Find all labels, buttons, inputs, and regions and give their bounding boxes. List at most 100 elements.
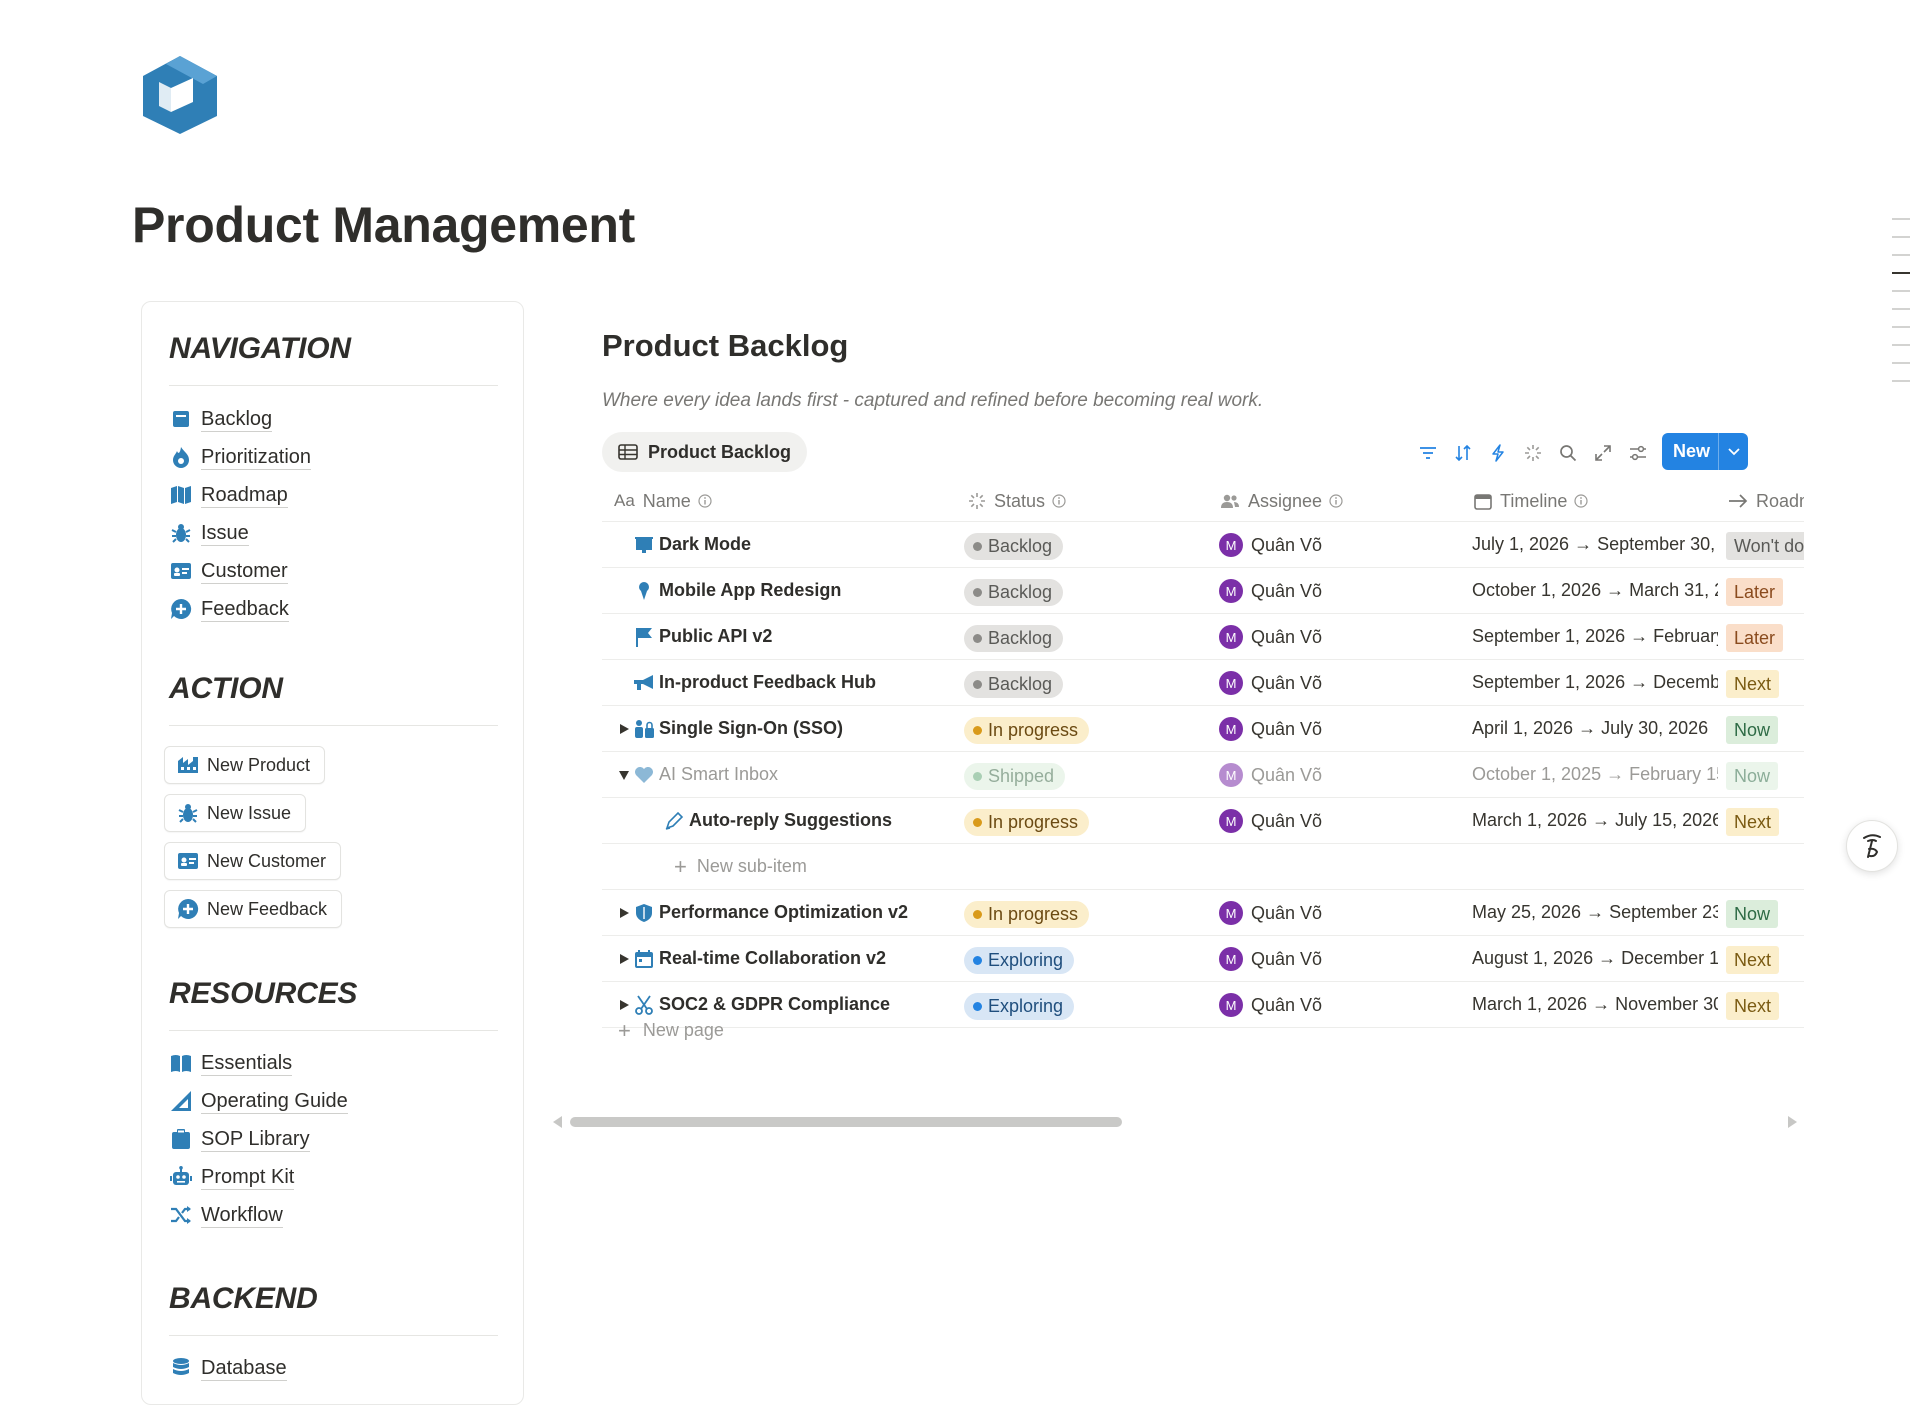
status-badge[interactable]: Exploring xyxy=(964,993,1075,1020)
status-badge[interactable]: In progress xyxy=(964,809,1090,836)
assignee[interactable]: M Quân Võ xyxy=(1219,993,1322,1017)
roadmap-tag[interactable]: Next xyxy=(1726,992,1780,1020)
status-badge[interactable]: Shipped xyxy=(964,763,1066,790)
row-name[interactable]: Performance Optimization v2 xyxy=(659,902,908,923)
table-row[interactable]: Single Sign-On (SSO) In progress M Quân Võ A… xyxy=(602,706,1804,752)
collapse-toggle-icon[interactable] xyxy=(614,765,634,785)
timeline-value[interactable]: August 1, 2026 → December 15, 2026 xyxy=(1472,948,1718,969)
roadmap-tag[interactable]: Now xyxy=(1726,762,1779,790)
assignee[interactable]: M Quân Võ xyxy=(1219,671,1322,695)
row-name[interactable]: Dark Mode xyxy=(659,534,751,555)
column-name[interactable]: Aa Name xyxy=(614,480,712,522)
outline-marker[interactable] xyxy=(1892,218,1910,220)
horizontal-scrollbar-thumb[interactable] xyxy=(570,1117,1122,1127)
outline-marker[interactable] xyxy=(1892,290,1910,292)
loading-spinner-icon[interactable] xyxy=(1520,440,1546,466)
timeline-value[interactable]: July 1, 2026 → September 30, 2026 xyxy=(1472,534,1718,555)
new-entry-button[interactable]: New xyxy=(1662,433,1748,470)
settings-sliders-icon[interactable] xyxy=(1625,440,1651,466)
timeline-value[interactable]: October 1, 2025 → February 15, 2026 xyxy=(1472,764,1718,785)
row-name[interactable]: In-product Feedback Hub xyxy=(659,672,876,693)
new-customer-button[interactable]: New Customer xyxy=(164,842,342,880)
status-badge[interactable]: In progress xyxy=(964,901,1090,928)
table-row[interactable]: AI Smart Inbox Shipped M Quân Võ October 1, … xyxy=(602,752,1804,798)
assignee[interactable]: M Quân Võ xyxy=(1219,763,1322,787)
timeline-value[interactable]: October 1, 2026 → March 31, 2027 xyxy=(1472,580,1718,601)
roadmap-tag[interactable]: Next xyxy=(1726,670,1780,698)
scroll-left-arrow[interactable] xyxy=(553,1116,562,1128)
new-issue-button[interactable]: New Issue xyxy=(164,794,307,832)
timeline-value[interactable]: September 1, 2026 → December 31, 2026 xyxy=(1472,672,1718,693)
status-badge[interactable]: Backlog xyxy=(964,625,1064,652)
roadmap-tag[interactable]: Next xyxy=(1726,808,1780,836)
nav-item-customer[interactable]: Customer xyxy=(169,555,288,587)
assignee[interactable]: M Quân Võ xyxy=(1219,947,1322,971)
timeline-value[interactable]: April 1, 2026 → July 30, 2026 xyxy=(1472,718,1718,739)
status-badge[interactable]: Exploring xyxy=(964,947,1075,974)
outline-marker[interactable] xyxy=(1892,326,1910,328)
table-row[interactable]: Auto-reply Suggestions In progress M Quân V… xyxy=(602,798,1804,844)
nav-item-workflow[interactable]: Workflow xyxy=(169,1199,283,1231)
table-row[interactable]: Mobile App Redesign Backlog M Quân Võ Octobe… xyxy=(602,568,1804,614)
nav-item-essentials[interactable]: Essentials xyxy=(169,1047,293,1079)
outline-marker[interactable] xyxy=(1892,344,1910,346)
assignee[interactable]: M Quân Võ xyxy=(1219,809,1322,833)
table-row[interactable]: In-product Feedback Hub Backlog M Quân Võ Se… xyxy=(602,660,1804,706)
row-name[interactable]: Public API v2 xyxy=(659,626,772,647)
filter-icon[interactable] xyxy=(1415,440,1441,466)
nav-item-roadmap[interactable]: Roadmap xyxy=(169,479,288,511)
lightning-icon[interactable] xyxy=(1485,440,1511,466)
assignee[interactable]: M Quân Võ xyxy=(1219,717,1322,741)
roadmap-tag[interactable]: Later xyxy=(1726,578,1784,606)
new-page-button[interactable]: + New page xyxy=(618,1019,724,1041)
roadmap-tag[interactable]: Now xyxy=(1726,716,1779,744)
outline-marker-active[interactable] xyxy=(1892,272,1910,274)
row-name[interactable]: Auto-reply Suggestions xyxy=(689,810,892,831)
outline-marker[interactable] xyxy=(1892,254,1910,256)
nav-item-database[interactable]: Database xyxy=(169,1352,287,1384)
assignee[interactable]: M Quân Võ xyxy=(1219,533,1322,557)
row-name[interactable]: SOC2 & GDPR Compliance xyxy=(659,994,890,1015)
table-row[interactable]: Real-time Collaboration v2 Exploring M Quân… xyxy=(602,936,1804,982)
row-name[interactable]: Single Sign-On (SSO) xyxy=(659,718,843,739)
sort-icon[interactable] xyxy=(1450,440,1476,466)
status-badge[interactable]: Backlog xyxy=(964,533,1064,560)
ai-assistant-button[interactable] xyxy=(1846,820,1898,872)
new-sub-item-button[interactable]: + New sub-item xyxy=(674,855,807,877)
status-badge[interactable]: In progress xyxy=(964,717,1090,744)
column-status[interactable]: Status xyxy=(968,480,1066,522)
nav-item-backlog[interactable]: Backlog xyxy=(169,403,273,435)
timeline-value[interactable]: September 1, 2026 → February 28, 2027 xyxy=(1472,626,1718,647)
assignee[interactable]: M Quân Võ xyxy=(1219,901,1322,925)
outline-marker[interactable] xyxy=(1892,308,1910,310)
roadmap-tag[interactable]: Now xyxy=(1726,900,1779,928)
timeline-value[interactable]: March 1, 2026 → July 15, 2026 xyxy=(1472,810,1718,831)
nav-item-sop-library[interactable]: SOP Library xyxy=(169,1123,310,1155)
nav-item-feedback[interactable]: Feedback xyxy=(169,593,289,625)
outline-marker[interactable] xyxy=(1892,362,1910,364)
row-name[interactable]: Real-time Collaboration v2 xyxy=(659,948,886,969)
scroll-right-arrow[interactable] xyxy=(1788,1116,1797,1128)
roadmap-tag[interactable]: Next xyxy=(1726,946,1780,974)
table-row[interactable]: SOC2 & GDPR Compliance Exploring M Quân Võ M… xyxy=(602,982,1804,1028)
column-assignee[interactable]: Assignee xyxy=(1220,480,1343,522)
nav-item-prompt-kit[interactable]: Prompt Kit xyxy=(169,1161,295,1193)
chevron-down-icon[interactable] xyxy=(1719,447,1748,456)
column-timeline[interactable]: Timeline xyxy=(1474,480,1588,522)
table-row[interactable]: Public API v2 Backlog M Quân Võ September 1,… xyxy=(602,614,1804,660)
roadmap-tag[interactable]: Later xyxy=(1726,624,1784,652)
assignee[interactable]: M Quân Võ xyxy=(1219,625,1322,649)
row-name[interactable]: AI Smart Inbox xyxy=(659,764,778,785)
status-badge[interactable]: Backlog xyxy=(964,671,1064,698)
timeline-value[interactable]: March 1, 2026 → November 30, 2026 xyxy=(1472,994,1718,1015)
view-tab-product-backlog[interactable]: Product Backlog xyxy=(602,432,808,472)
status-badge[interactable]: Backlog xyxy=(964,579,1064,606)
nav-item-issue[interactable]: Issue xyxy=(169,517,249,549)
timeline-value[interactable]: May 25, 2026 → September 23, 2026 xyxy=(1472,902,1718,923)
table-row[interactable]: Performance Optimization v2 In progress M Q… xyxy=(602,890,1804,936)
roadmap-tag[interactable]: Won't do xyxy=(1726,532,1804,560)
expand-toggle-icon[interactable] xyxy=(614,719,634,739)
outline-marker[interactable] xyxy=(1892,380,1910,382)
expand-toggle-icon[interactable] xyxy=(614,903,634,923)
search-icon[interactable] xyxy=(1555,440,1581,466)
